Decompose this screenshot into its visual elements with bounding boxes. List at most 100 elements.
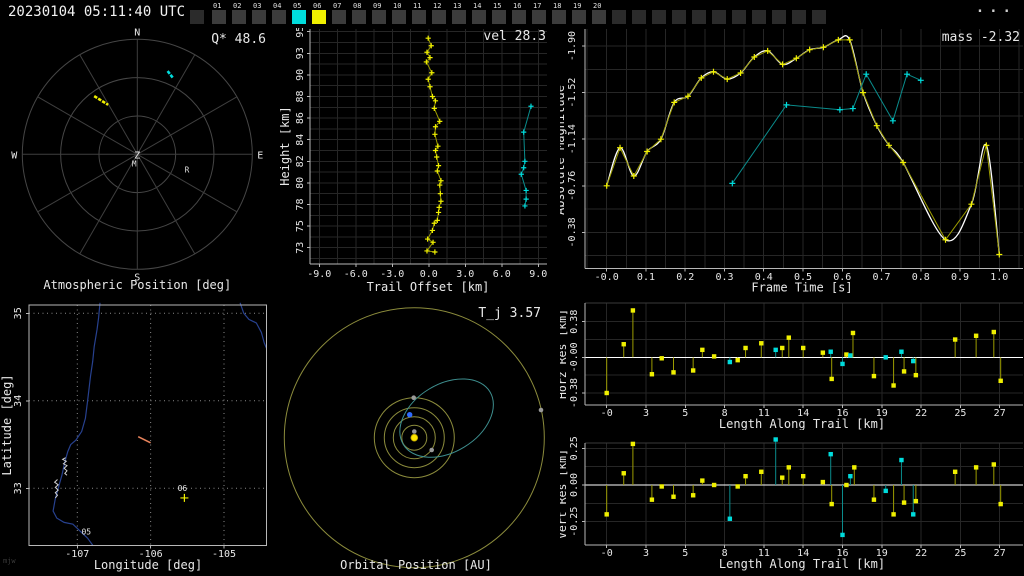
panel-ground-track: 0605-107 -106 -105333435Longitude [deg]Lat… (0, 302, 268, 572)
axes (26, 304, 268, 549)
x-tick: -6.0 (344, 269, 368, 280)
y-axis-label: Height [km] (280, 106, 292, 185)
y-tick: 93 (295, 47, 306, 59)
series-camera-05 (729, 71, 924, 187)
camera-box-11[interactable]: 11 (412, 3, 426, 24)
station-label: 05 (81, 528, 91, 537)
x-axis-label: Longitude [deg] (94, 558, 202, 572)
x-tick: 25 (954, 408, 966, 419)
axes (582, 443, 1023, 548)
planet-mars (411, 395, 417, 401)
x-tick: 5 (682, 408, 688, 419)
y-tick: -0.25 (569, 507, 580, 537)
camera-box-07[interactable]: 07 (332, 3, 346, 24)
y-tick: 0.00 (569, 473, 580, 497)
header-bar: 20230104 05:11:40 UTC 01 02 03 04 05 06 07 08 09… (0, 0, 1024, 28)
camera-label: 01 (213, 2, 222, 10)
camera-box-extra-6[interactable] (712, 10, 726, 24)
camera-label: 03 (253, 2, 262, 10)
station-R: R (185, 165, 190, 174)
camera-box-extra-3[interactable] (652, 10, 666, 24)
camera-label: 10 (393, 2, 402, 10)
camera-box-04[interactable]: 04 (272, 3, 286, 24)
map-station-06: 06 (178, 484, 189, 502)
camera-box-extra-11[interactable] (812, 10, 826, 24)
camera-box-08[interactable]: 08 (352, 3, 366, 24)
camera-label: 16 (513, 2, 522, 10)
camera-box-12[interactable]: 12 (432, 3, 446, 24)
camera-box-15[interactable]: 15 (492, 3, 506, 24)
y-tick: 0.38 (569, 310, 580, 334)
panel-atmospheric-position: NSW EZMRQ* 48.6Atmospheric Position [deg] (11, 28, 266, 292)
camera-box-14[interactable]: 14 (472, 3, 486, 24)
river-line (239, 302, 268, 349)
camera-box-10[interactable]: 10 (392, 3, 406, 24)
x-axis-label: Trail Offset [km] (367, 280, 490, 294)
camera-box-03[interactable]: 03 (252, 3, 266, 24)
station-M: M (132, 160, 137, 169)
camera-label: 12 (433, 2, 442, 10)
y-tick: -0.38 (569, 378, 580, 408)
camera-box-09[interactable]: 09 (372, 3, 386, 24)
y-tick: 78 (295, 198, 306, 210)
compass-e: E (257, 150, 263, 161)
x-tick: 22 (915, 408, 927, 419)
sun (410, 433, 419, 442)
camera-label: 07 (333, 2, 342, 10)
camera-box-blank[interactable] (190, 10, 204, 24)
x-axis-label: Orbital Position [AU] (340, 558, 492, 572)
axes (307, 29, 547, 267)
x-tick: 25 (954, 548, 966, 559)
panel-title: vel 28.3 (483, 29, 546, 44)
camera-box-13[interactable]: 13 (452, 3, 466, 24)
x-tick: 0.2 (676, 272, 694, 283)
x-tick: -0 (601, 408, 613, 419)
camera-box-extra-7[interactable] (732, 10, 746, 24)
camera-box-extra-2[interactable] (632, 10, 646, 24)
camera-box-extra-1[interactable] (612, 10, 626, 24)
x-tick: -9.0 (307, 269, 331, 280)
x-tick: 0.8 (912, 272, 930, 283)
y-axis-label: Latitude [deg] (0, 374, 14, 475)
x-tick: 0.1 (637, 272, 655, 283)
y-axis-label: Absolute Magnitude (560, 85, 567, 215)
camera-box-20[interactable]: 20 (592, 3, 606, 24)
camera-box-16[interactable]: 16 (512, 3, 526, 24)
x-tick: 3.0 (456, 269, 474, 280)
grid (585, 302, 1023, 405)
y-tick: 82 (295, 155, 306, 167)
grid (585, 442, 1023, 545)
camera-box-extra-5[interactable] (692, 10, 706, 24)
y-tick: 0.25 (569, 436, 580, 460)
x-tick: 27 (994, 408, 1006, 419)
river-line (52, 302, 101, 546)
camera-label: 20 (593, 2, 602, 10)
camera-box-18[interactable]: 18 (552, 3, 566, 24)
camera-label: 15 (493, 2, 502, 10)
grid (310, 29, 547, 264)
menu-dots[interactable]: ... (976, 0, 1016, 16)
camera-label: 17 (533, 2, 542, 10)
camera-box-05[interactable]: 05 (292, 3, 306, 24)
station-label: 06 (178, 484, 188, 493)
planet-mercury (412, 429, 417, 434)
camera-box-19[interactable]: 19 (572, 3, 586, 24)
panel-title: mass -2.32 (942, 30, 1020, 45)
x-axis-label: Frame Time [s] (751, 281, 852, 295)
camera-box-extra-10[interactable] (792, 10, 806, 24)
camera-box-02[interactable]: 02 (232, 3, 246, 24)
camera-box-extra-4[interactable] (672, 10, 686, 24)
camera-box-extra-9[interactable] (772, 10, 786, 24)
camera-box-extra-8[interactable] (752, 10, 766, 24)
panel-vert-res: -0 3 5 8 11 14 16 19 22 25 270.250.00-0.25Length A… (560, 436, 1023, 571)
camera-label: 02 (233, 2, 242, 10)
y-tick: 90 (295, 69, 306, 81)
camera-box-06[interactable]: 06 (312, 3, 326, 24)
y-tick: 75 (295, 220, 306, 232)
camera-label: 19 (573, 2, 582, 10)
meteoroid-orbit (399, 378, 494, 458)
camera-label: 13 (453, 2, 462, 10)
camera-box-17[interactable]: 17 (532, 3, 546, 24)
y-tick: 73 (295, 242, 306, 254)
camera-box-01[interactable]: 01 (212, 3, 226, 24)
